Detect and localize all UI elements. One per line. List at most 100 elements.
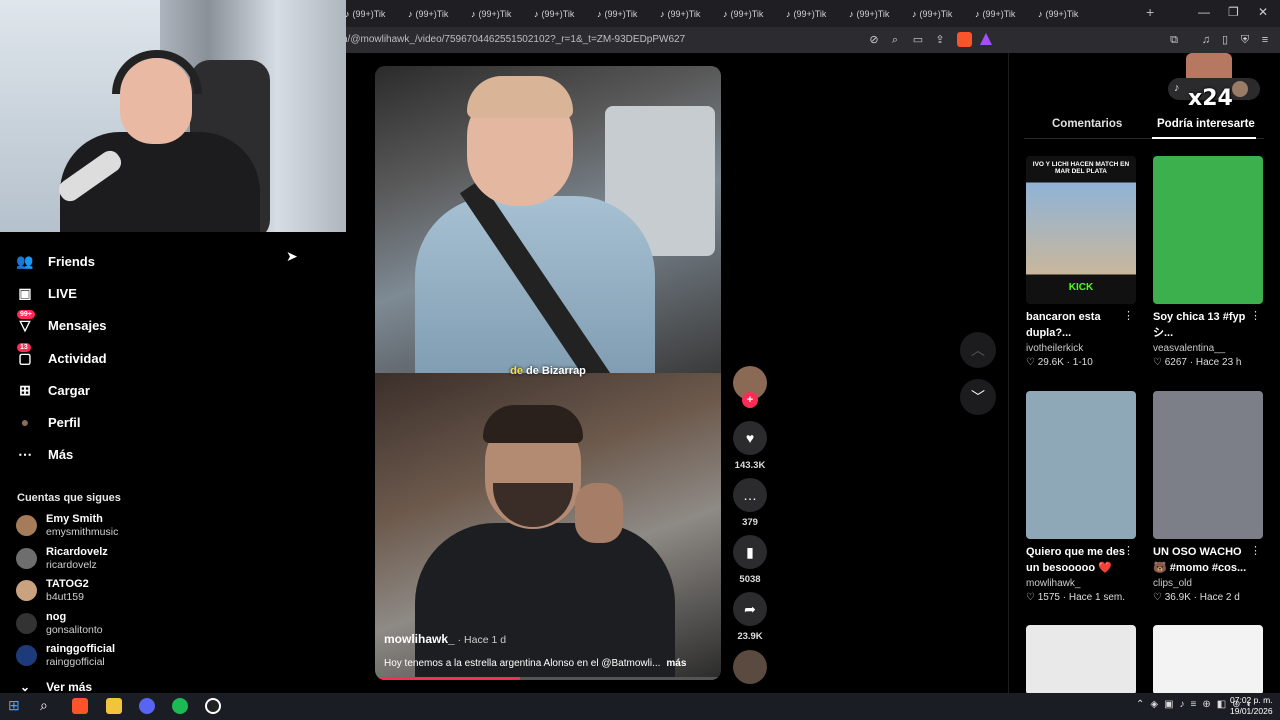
recommended-video-card[interactable]: UN OSO WACHO 🐻 #momo #cos... ⋮ clips_old ♡ … — [1153, 391, 1263, 603]
followed-account[interactable]: Ricardovelz ricardovelz — [16, 546, 108, 571]
video-thumbnail[interactable] — [1026, 625, 1136, 695]
followed-account[interactable]: nog gonsalitonto — [16, 611, 103, 636]
music-disc-avatar[interactable] — [733, 650, 767, 684]
kebab-menu-icon[interactable]: ⋮ — [1250, 309, 1261, 322]
follow-plus-icon[interactable]: + — [742, 392, 758, 408]
brave-rewards-icon[interactable] — [980, 33, 992, 45]
card-account[interactable]: clips_old — [1153, 578, 1263, 589]
browser-tab[interactable]: ♪ (99+)Tik — [471, 4, 531, 23]
card-title[interactable]: UN OSO WACHO 🐻 #momo #cos... — [1153, 544, 1253, 576]
cast-icon[interactable]: ▭ — [910, 32, 926, 48]
browser-tab[interactable]: ♪ (99+)Tik — [786, 4, 846, 23]
url-text[interactable]: n/@mowlihawk_/video/7596704462551502102?… — [342, 34, 685, 45]
previous-video-button[interactable]: ︿ — [960, 332, 996, 368]
heart-icon[interactable]: ♥ — [733, 421, 767, 455]
zoom-icon[interactable]: ⌕ — [887, 32, 903, 48]
browser-tab[interactable]: ♪ (99+)Tik — [408, 4, 468, 23]
more-link[interactable]: más — [666, 658, 686, 669]
messages-icon: ▽ 99+ — [16, 310, 35, 334]
see-more-button[interactable]: ⌄ Ver más — [20, 680, 92, 694]
video-thumbnail[interactable] — [1153, 156, 1263, 304]
browser-tab[interactable]: ♪ (99+)Tik — [660, 4, 720, 23]
sidebar-item-mensajes[interactable]: ▽ 99+ Mensajes — [16, 310, 107, 334]
file-explorer-icon[interactable] — [106, 698, 122, 714]
video-thumbnail[interactable] — [1153, 625, 1263, 695]
tab-comments[interactable]: Comentarios — [1052, 118, 1122, 130]
share-action[interactable]: ➦ 23.9K — [733, 592, 767, 642]
sidebar-item-perfil[interactable]: ● Perfil — [16, 413, 81, 431]
browser-tab[interactable]: ♪ (99+)Tik — [597, 4, 657, 23]
browser-tab[interactable]: ♪ (99+)Tik — [849, 4, 909, 23]
card-title[interactable]: bancaron esta dupla?... — [1026, 309, 1126, 341]
video-top-frame — [375, 66, 721, 393]
tiktok-tab-icon: ♪ — [408, 8, 413, 19]
menu-icon[interactable]: ≡ — [1257, 32, 1273, 48]
comment-icon[interactable]: … — [733, 478, 767, 512]
video-thumbnail[interactable] — [1026, 391, 1136, 539]
sidebar-item-live[interactable]: ▣ LIVE — [16, 284, 77, 302]
recommended-video-card[interactable] — [1153, 625, 1263, 695]
heart-action[interactable]: ♥ 143.3K — [733, 421, 767, 471]
brave-shield-icon[interactable] — [957, 32, 972, 47]
browser-tab[interactable]: ♪ (99+)Tik — [1038, 4, 1098, 23]
card-account[interactable]: veasvalentina__ — [1153, 343, 1263, 354]
new-tab-button[interactable]: + — [1146, 4, 1154, 20]
recommended-video-card[interactable]: IVO Y LICHI HACEN MATCH EN MAR DEL PLATA… — [1026, 156, 1136, 368]
taskbar-clock[interactable]: 07:02 p. m. 19/01/2026 — [1230, 695, 1273, 717]
bookmark-icon[interactable]: ▮ — [733, 535, 767, 569]
share-page-icon[interactable]: ⇪ — [932, 32, 948, 48]
kebab-menu-icon[interactable]: ⋮ — [1123, 544, 1134, 557]
search-icon[interactable]: ⌕ — [40, 697, 56, 713]
see-more-label: Ver más — [46, 680, 93, 694]
media-icon[interactable]: ♫ — [1198, 32, 1214, 48]
browser-tab[interactable]: ♪ (99+)Tik — [723, 4, 783, 23]
windows-start-icon[interactable]: ⊞ — [8, 697, 24, 713]
discord-icon[interactable] — [139, 698, 155, 714]
author-name[interactable]: mowlihawk_ — [384, 632, 455, 646]
minimize-icon[interactable]: — — [1198, 5, 1210, 19]
card-account[interactable]: ivotheilerkick — [1026, 343, 1136, 354]
recommended-video-card[interactable] — [1026, 625, 1136, 695]
sidebar-item-actividad[interactable]: ▢ 13 Actividad — [16, 343, 107, 367]
share-icon[interactable]: ➦ — [733, 592, 767, 626]
browser-tab[interactable]: ♪ (99+)Tik — [975, 4, 1035, 23]
followed-account[interactable]: Emy Smith emysmithmusic — [16, 513, 118, 538]
recommended-video-card[interactable]: Soy chica 13 #fyp シ... ⋮ veasvalentina__ ♡ … — [1153, 156, 1263, 368]
person2-jacket — [415, 523, 675, 680]
sidebar-item-ms[interactable]: ⋯ Más — [16, 445, 73, 463]
maximize-icon[interactable]: ❐ — [1228, 5, 1239, 19]
close-icon[interactable]: ✕ — [1258, 5, 1268, 19]
card-account[interactable]: mowlihawk_ — [1026, 578, 1136, 589]
browser-tab[interactable]: ♪ (99+)Tik — [534, 4, 594, 23]
vpn-icon[interactable]: ⛨ — [1237, 32, 1253, 48]
tab-recommended[interactable]: Podría interesarte — [1157, 118, 1255, 130]
video-thumbnail[interactable]: IVO Y LICHI HACEN MATCH EN MAR DEL PLATA… — [1026, 156, 1136, 304]
next-video-button[interactable]: ﹀ — [960, 379, 996, 415]
sidebar-item-cargar[interactable]: ⊞ Cargar — [16, 381, 90, 399]
brave-browser-icon[interactable] — [72, 698, 88, 714]
heart-icon: ♡ — [1153, 592, 1165, 603]
post-date: Hace 2 d — [1199, 592, 1240, 603]
kebab-menu-icon[interactable]: ⋮ — [1123, 309, 1134, 322]
video-progress-bar[interactable] — [375, 677, 721, 680]
browser-tab[interactable]: ♪ (99+)Tik — [912, 4, 972, 23]
card-title[interactable]: Quiero que me des un besooooo ❤️ — [1026, 544, 1126, 576]
video-thumbnail[interactable] — [1153, 391, 1263, 539]
followed-account[interactable]: TATOG2 b4ut159 — [16, 578, 89, 603]
upload-icon: ⊞ — [19, 381, 31, 398]
recommended-video-card[interactable]: Quiero que me des un besooooo ❤️ ⋮ mowliha… — [1026, 391, 1136, 603]
translate-icon[interactable]: ⊘ — [866, 32, 882, 48]
sidebar-item-friends[interactable]: 👥 Friends — [16, 252, 95, 270]
video-player[interactable]: de de Bizarrap mowlihawk_ · Hace 1 d Hoy… — [375, 66, 721, 680]
spotify-icon[interactable] — [172, 698, 188, 714]
bookmark-action[interactable]: ▮ 5038 — [733, 535, 767, 585]
card-title[interactable]: Soy chica 13 #fyp シ... — [1153, 309, 1253, 341]
obs-icon[interactable] — [205, 698, 221, 714]
comment-action[interactable]: … 379 — [733, 478, 767, 528]
video-author[interactable]: mowlihawk_ · Hace 1 d — [384, 632, 506, 646]
sidebar-toggle-icon[interactable]: ▯ — [1217, 32, 1233, 48]
followed-account[interactable]: rainggofficial rainggofficial — [16, 643, 115, 668]
browser-tab[interactable]: ♪ (99+)Tik — [345, 4, 405, 23]
kebab-menu-icon[interactable]: ⋮ — [1250, 544, 1261, 557]
tab-search-icon[interactable]: ⧉ — [1166, 32, 1182, 48]
